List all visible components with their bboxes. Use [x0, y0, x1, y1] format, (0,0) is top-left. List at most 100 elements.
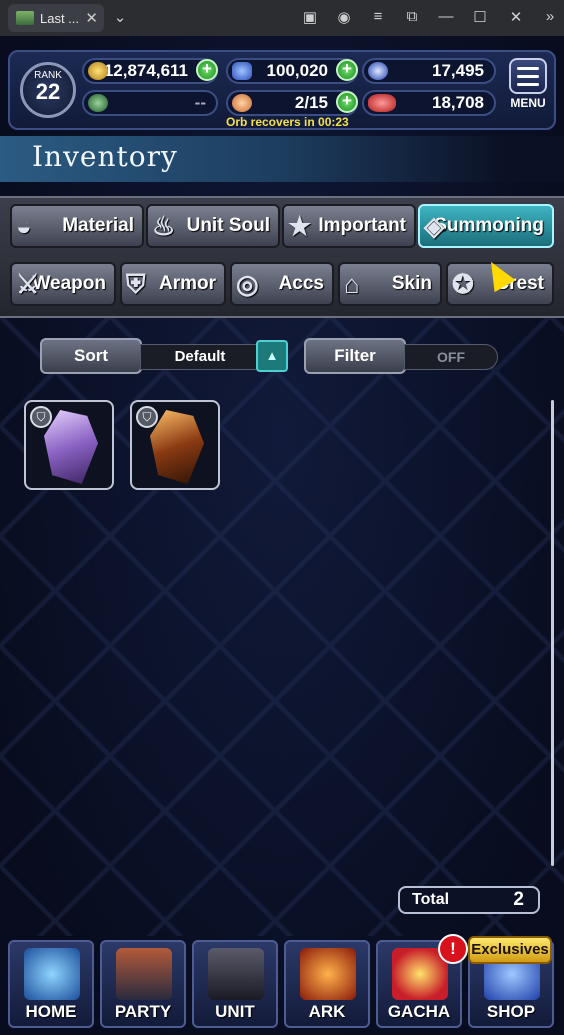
- bottom-nav: HOME PARTY UNIT ARK GACHA SHOP ! Exclusi…: [0, 934, 564, 1035]
- orb-value: 2/15: [294, 93, 328, 112]
- nav-ark-label: ARK: [308, 1002, 346, 1021]
- window-close-icon[interactable]: ✕: [506, 8, 526, 26]
- green-currency-value: --: [194, 93, 206, 112]
- tab-accs-label: Accs: [278, 273, 324, 294]
- app-icon: [16, 11, 34, 25]
- tab-armor[interactable]: ⛨ Armor: [120, 262, 226, 306]
- lock-icon: ⛉: [30, 406, 52, 428]
- orb-icon: [232, 94, 252, 112]
- blue-orb-icon: [368, 62, 388, 80]
- lapis-value: 100,020: [266, 61, 328, 80]
- nav-gacha-label: GACHA: [387, 1002, 451, 1021]
- status-panel: RANK 22 12,874,611 + 100,020 + 17,495 --…: [8, 50, 556, 130]
- ark-flame-icon: [300, 948, 356, 1000]
- tab-weapon-label: Weapon: [32, 273, 106, 294]
- tab-weapon[interactable]: ⚔ Weapon: [10, 262, 116, 306]
- app-tab[interactable]: Last ... ✕: [8, 4, 104, 32]
- summon-item-1[interactable]: ⛉: [24, 400, 114, 490]
- summon-item-2[interactable]: ⛉: [130, 400, 220, 490]
- green-sword-icon: [88, 94, 108, 112]
- sort-value[interactable]: Default: [140, 344, 260, 370]
- red-currency-value: 18,708: [432, 93, 484, 112]
- page-title: Inventory: [32, 140, 178, 173]
- game-viewport: RANK 22 12,874,611 + 100,020 + 17,495 --…: [0, 36, 564, 1035]
- menu-label: MENU: [510, 96, 546, 110]
- tab-summoning[interactable]: ◈ Summoning: [418, 204, 554, 248]
- menu-button[interactable]: MENU: [506, 58, 550, 116]
- exclusives-badge: Exclusives: [468, 936, 552, 964]
- maximize-icon[interactable]: ☐: [470, 8, 490, 26]
- package-icon[interactable]: ▣: [300, 8, 320, 26]
- inventory-header: Inventory: [0, 136, 564, 182]
- scrollbar[interactable]: [551, 400, 554, 866]
- hamburger-icon[interactable]: ≡: [368, 8, 388, 25]
- purple-summon-crystal-icon: [44, 410, 98, 484]
- lock-icon: ⛉: [136, 406, 158, 428]
- armor-icon: ⛨: [126, 269, 146, 299]
- close-icon[interactable]: ✕: [85, 9, 98, 27]
- tab-important[interactable]: ★ Important: [282, 204, 416, 248]
- nav-ark[interactable]: ARK: [284, 940, 370, 1028]
- tab-unit-soul-label: Unit Soul: [186, 215, 270, 236]
- category-tabs: ◒ Material ♨ Unit Soul ★ Important ◈ Sum…: [0, 196, 564, 318]
- add-orb-button[interactable]: +: [336, 91, 358, 113]
- gil-value: 12,874,611: [103, 61, 188, 80]
- summon-crystal-icon: ◈: [424, 211, 444, 241]
- add-lapis-button[interactable]: +: [336, 59, 358, 81]
- filter-value[interactable]: OFF: [404, 344, 498, 370]
- hanger-icon: ⌂: [344, 269, 360, 299]
- hamburger-menu-icon: [509, 58, 547, 94]
- fire-summon-crystal-icon: [150, 410, 204, 484]
- chevron-down-icon[interactable]: ⌄: [110, 8, 130, 26]
- necklace-icon: ◎: [236, 269, 259, 299]
- unit-character-icon: [208, 948, 264, 1000]
- nav-home[interactable]: HOME: [8, 940, 94, 1028]
- gacha-alert-badge: !: [438, 934, 468, 964]
- blue-currency-value: 17,495: [432, 61, 484, 80]
- tab-material[interactable]: ◒ Material: [10, 204, 144, 248]
- screenshot-icon[interactable]: ⧉: [402, 8, 422, 25]
- flame-icon: ♨: [152, 211, 176, 241]
- tab-accs[interactable]: ◎ Accs: [230, 262, 334, 306]
- crest-icon: ✪: [452, 269, 474, 299]
- orb-recovery-text: Orb recovers in 00:23: [226, 115, 349, 129]
- total-value: 2: [513, 889, 524, 910]
- add-gil-button[interactable]: +: [196, 59, 218, 81]
- nav-unit[interactable]: UNIT: [192, 940, 278, 1028]
- sort-order-button[interactable]: ▲: [256, 340, 288, 372]
- account-icon[interactable]: ◉: [334, 8, 354, 26]
- tab-skin-label: Skin: [391, 273, 432, 294]
- lapis-crystal-icon: [232, 62, 252, 80]
- sword-icon: ⚔: [16, 269, 40, 299]
- gil-coin-icon: [88, 62, 108, 80]
- star-icon: ★: [288, 211, 312, 241]
- home-castle-icon: [24, 948, 80, 1000]
- tab-skin[interactable]: ⌂ Skin: [338, 262, 442, 306]
- expand-sidebar-icon[interactable]: »: [540, 8, 560, 25]
- nav-home-label: HOME: [25, 1002, 77, 1021]
- tab-material-label: Material: [62, 215, 134, 236]
- minimize-icon[interactable]: —: [436, 8, 456, 25]
- red-ticket-icon: [368, 94, 396, 112]
- green-currency-counter: --: [82, 90, 218, 116]
- nav-party-label: PARTY: [114, 1002, 172, 1021]
- tab-armor-label: Armor: [158, 273, 216, 294]
- nav-shop-label: SHOP: [486, 1002, 536, 1021]
- rank-badge: RANK 22: [20, 62, 76, 118]
- total-counter: Total 2: [398, 886, 540, 914]
- sort-button[interactable]: Sort: [40, 338, 142, 374]
- sack-icon: ◒: [16, 211, 32, 241]
- total-label: Total: [412, 891, 450, 908]
- blue-currency-counter: 17,495: [362, 58, 496, 84]
- party-characters-icon: [116, 948, 172, 1000]
- nav-unit-label: UNIT: [215, 1002, 255, 1021]
- nav-party[interactable]: PARTY: [100, 940, 186, 1028]
- tab-important-label: Important: [318, 215, 406, 236]
- tab-unit-soul[interactable]: ♨ Unit Soul: [146, 204, 280, 248]
- rank-value: 22: [35, 79, 61, 104]
- tab-summoning-label: Summoning: [434, 215, 544, 236]
- window-titlebar: Last ... ✕ ⌄ ▣ ◉ ≡ ⧉ — ☐ ✕ »: [0, 0, 564, 36]
- red-currency-counter: 18,708: [362, 90, 496, 116]
- tab-title: Last ...: [40, 10, 80, 26]
- filter-button[interactable]: Filter: [304, 338, 406, 374]
